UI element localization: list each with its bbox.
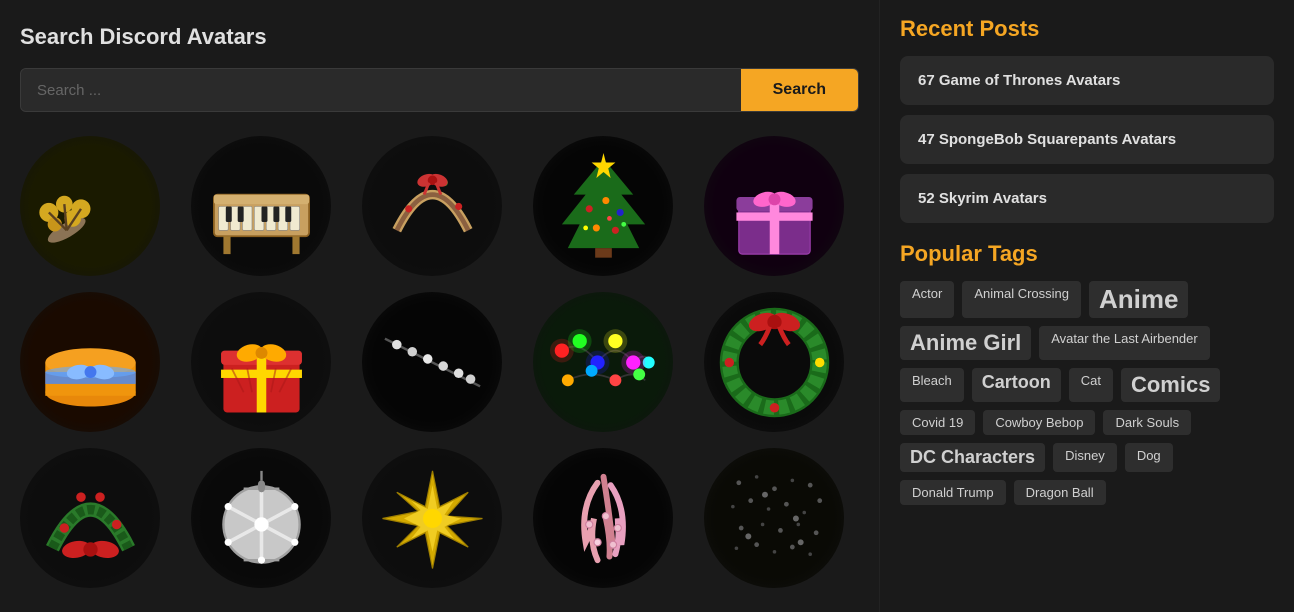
avatar-item[interactable] xyxy=(362,448,502,588)
search-button[interactable]: Search xyxy=(741,69,858,111)
tag-dog[interactable]: Dog xyxy=(1125,443,1173,472)
avatar-item[interactable] xyxy=(533,292,673,432)
tag-cartoon[interactable]: Cartoon xyxy=(972,368,1061,402)
tag-dc-characters[interactable]: DC Characters xyxy=(900,443,1045,472)
left-panel: Search Discord Avatars Search xyxy=(0,0,879,612)
avatar-item[interactable] xyxy=(20,292,160,432)
avatar-item[interactable] xyxy=(191,136,331,276)
tag-donald-trump[interactable]: Donald Trump xyxy=(900,480,1006,505)
tag-comics[interactable]: Comics xyxy=(1121,368,1220,402)
tag-cat[interactable]: Cat xyxy=(1069,368,1113,402)
search-input[interactable] xyxy=(21,69,741,111)
tag-bleach[interactable]: Bleach xyxy=(900,368,964,402)
avatar-item[interactable] xyxy=(20,448,160,588)
avatar-item[interactable] xyxy=(704,136,844,276)
avatar-item[interactable] xyxy=(20,136,160,276)
avatar-item[interactable] xyxy=(704,292,844,432)
avatar-item[interactable] xyxy=(704,448,844,588)
search-bar: Search xyxy=(20,68,859,112)
recent-post-item[interactable]: 67 Game of Thrones Avatars xyxy=(900,56,1274,105)
recent-post-item[interactable]: 47 SpongeBob Squarepants Avatars xyxy=(900,115,1274,164)
page-title: Search Discord Avatars xyxy=(20,24,859,50)
tag-cowboy-bebop[interactable]: Cowboy Bebop xyxy=(983,410,1095,435)
tag-actor[interactable]: Actor xyxy=(900,281,954,318)
avatar-item[interactable] xyxy=(362,136,502,276)
recent-post-item[interactable]: 52 Skyrim Avatars xyxy=(900,174,1274,223)
tag-animal-crossing[interactable]: Animal Crossing xyxy=(962,281,1081,318)
tag-dark-souls[interactable]: Dark Souls xyxy=(1103,410,1191,435)
popular-tags-title: Popular Tags xyxy=(900,241,1274,267)
avatar-item[interactable] xyxy=(533,136,673,276)
tag-disney[interactable]: Disney xyxy=(1053,443,1117,472)
recent-posts-title: Recent Posts xyxy=(900,16,1274,42)
avatar-item[interactable] xyxy=(533,448,673,588)
popular-tags-section: Popular Tags Actor Animal Crossing Anime… xyxy=(900,241,1274,505)
tag-covid19[interactable]: Covid 19 xyxy=(900,410,975,435)
tags-container: Actor Animal Crossing Anime Anime Girl A… xyxy=(900,281,1274,505)
tag-anime[interactable]: Anime xyxy=(1089,281,1188,318)
right-panel: Recent Posts 67 Game of Thrones Avatars … xyxy=(879,0,1294,612)
avatar-item[interactable] xyxy=(191,448,331,588)
tag-avatar-airbender[interactable]: Avatar the Last Airbender xyxy=(1039,326,1209,360)
tag-dragon-ball[interactable]: Dragon Ball xyxy=(1014,480,1106,505)
avatar-item[interactable] xyxy=(191,292,331,432)
avatar-grid xyxy=(20,136,859,588)
avatar-item[interactable] xyxy=(362,292,502,432)
tag-anime-girl[interactable]: Anime Girl xyxy=(900,326,1031,360)
